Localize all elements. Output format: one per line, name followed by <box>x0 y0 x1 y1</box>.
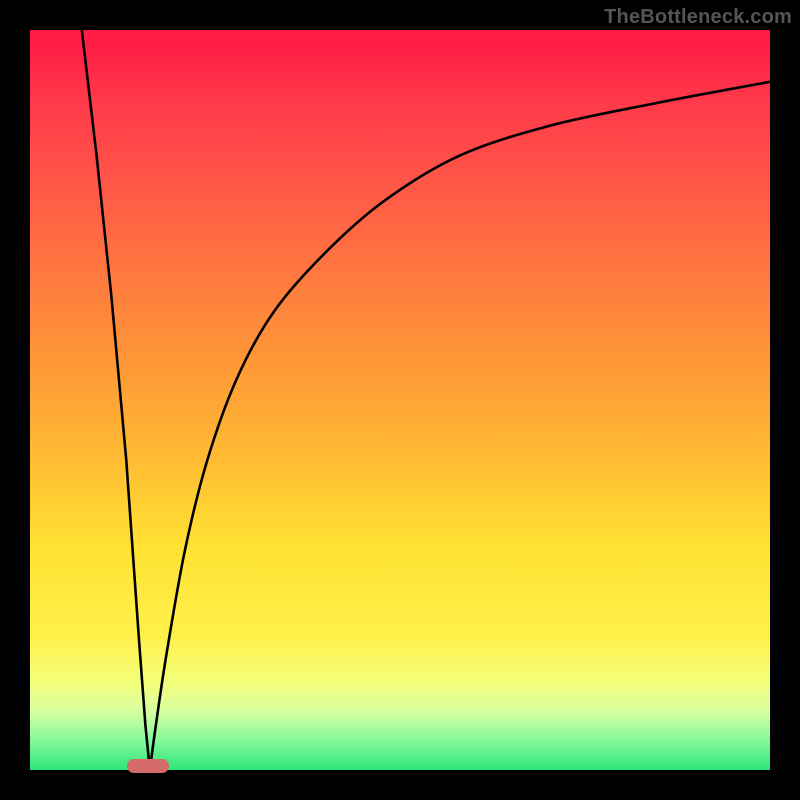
watermark-text: TheBottleneck.com <box>604 6 792 29</box>
curve-right <box>150 82 770 770</box>
curve-left <box>82 30 150 770</box>
chart-frame: TheBottleneck.com <box>0 0 800 800</box>
bottleneck-marker <box>127 759 169 773</box>
curve-svg <box>30 30 770 770</box>
plot-area <box>30 30 770 770</box>
